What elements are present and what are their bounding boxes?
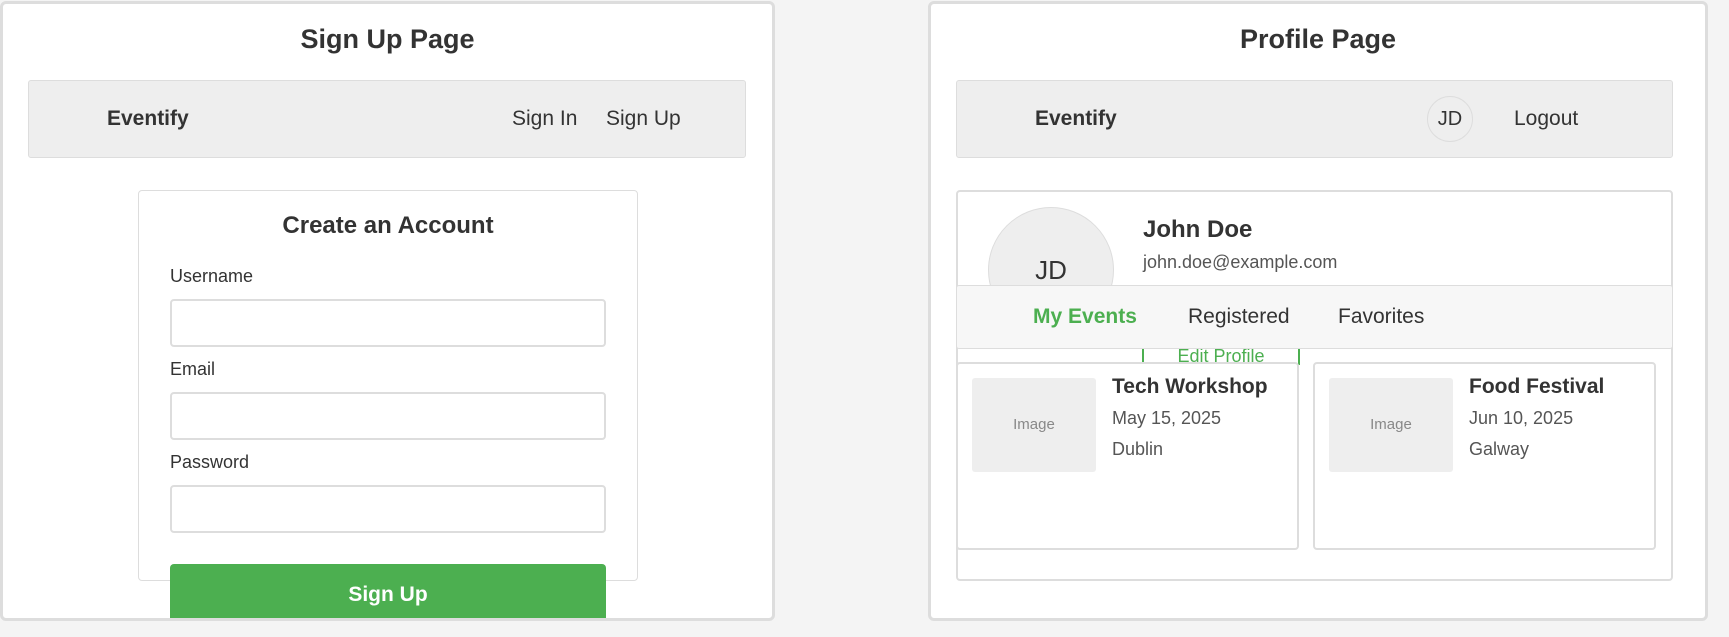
username-input[interactable]: [170, 299, 606, 347]
signup-page-panel: Sign Up Page Eventify Sign In Sign Up Cr…: [0, 1, 775, 621]
email-label: Email: [170, 359, 216, 379]
event-date: Jun 10, 2025: [1469, 408, 1574, 428]
profile-page-panel: Profile Page Eventify JD Logout JD John …: [928, 1, 1708, 621]
event-title[interactable]: Food Festival: [1469, 375, 1604, 399]
username-label: Username: [170, 266, 254, 286]
event-image: Image: [972, 378, 1096, 472]
form-heading: Create an Account: [282, 212, 494, 239]
event-date: May 15, 2025: [1112, 408, 1222, 428]
profile-name: John Doe: [1143, 216, 1253, 243]
email-input[interactable]: [170, 392, 606, 440]
brand-logo[interactable]: Eventify: [107, 107, 189, 131]
tab-favorites[interactable]: Favorites: [1338, 305, 1424, 329]
profile-tabs: My Events Registered Favorites: [956, 285, 1673, 349]
avatar[interactable]: JD: [1427, 96, 1473, 142]
password-label: Password: [170, 452, 250, 472]
event-card[interactable]: Image Food Festival Jun 10, 2025 Galway: [1313, 362, 1656, 550]
signup-form-card: Create an Account Username Email Passwor…: [138, 190, 638, 581]
profile-page-title: Profile Page: [1239, 24, 1397, 54]
sign-up-link[interactable]: Sign Up: [606, 107, 681, 131]
event-image: Image: [1329, 378, 1453, 472]
tab-my-events[interactable]: My Events: [1033, 305, 1137, 329]
event-location: Galway: [1469, 439, 1530, 459]
sign-up-button[interactable]: Sign Up: [170, 564, 606, 618]
event-card[interactable]: Image Tech Workshop May 15, 2025 Dublin: [956, 362, 1299, 550]
profile-email: john.doe@example.com: [1143, 252, 1338, 272]
sign-in-link[interactable]: Sign In: [512, 107, 577, 131]
brand-logo[interactable]: Eventify: [1035, 107, 1117, 131]
signup-navbar: Eventify Sign In Sign Up: [28, 80, 746, 158]
event-title[interactable]: Tech Workshop: [1112, 375, 1268, 399]
event-location: Dublin: [1112, 439, 1164, 459]
profile-navbar: Eventify JD Logout: [956, 80, 1673, 158]
logout-link[interactable]: Logout: [1514, 107, 1578, 131]
signup-page-title: Sign Up Page: [300, 24, 475, 54]
tab-registered[interactable]: Registered: [1188, 305, 1290, 329]
password-input[interactable]: [170, 485, 606, 533]
